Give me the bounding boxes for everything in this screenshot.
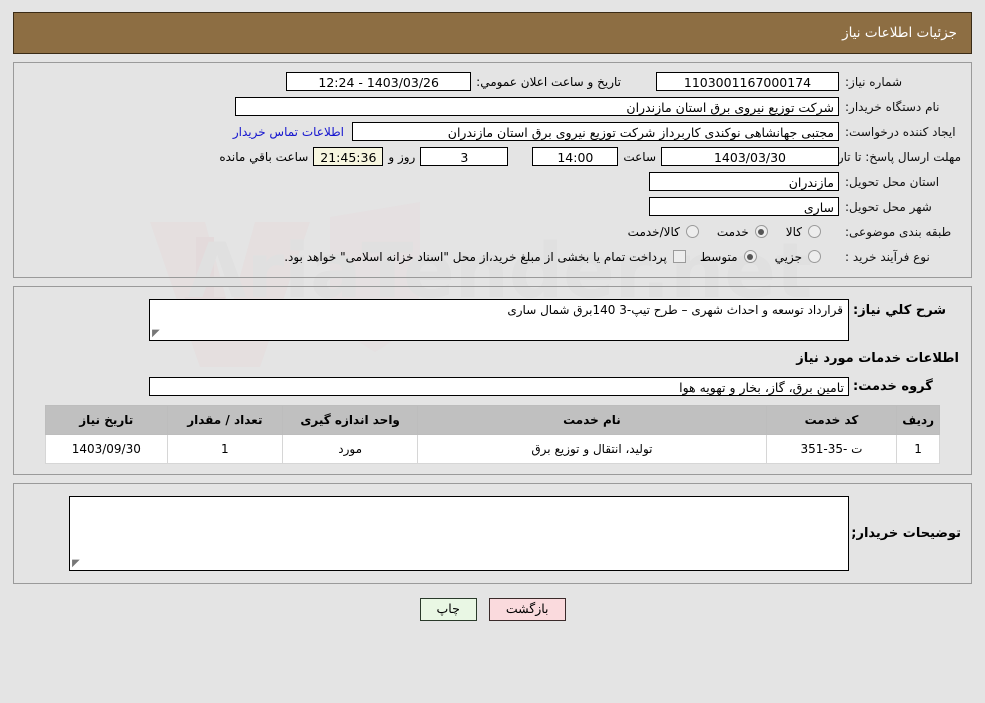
row-category: طبقه بندی موضوعی: کالا خدمت کالا/خدمت bbox=[24, 221, 961, 242]
row-creator: ایجاد کننده درخواست: مجتبی جهانشاهی نوکن… bbox=[24, 121, 961, 142]
radio-kala-icon[interactable] bbox=[808, 225, 821, 238]
treasury-checkbox-label: پرداخت تمام یا بخشی از مبلغ خرید،از محل … bbox=[284, 249, 667, 264]
print-button[interactable]: چاپ bbox=[419, 598, 477, 621]
deadline-label: مهلت ارسال پاسخ: تا تاریخ: bbox=[822, 149, 961, 164]
row-deadline: مهلت ارسال پاسخ: تا تاریخ: 1403/03/30 سا… bbox=[24, 146, 961, 167]
category-option-khedmat[interactable]: خدمت bbox=[717, 225, 768, 239]
category-option-khedmat-label: خدمت bbox=[716, 224, 749, 239]
col-service-name: نام خدمت bbox=[417, 405, 767, 435]
cell-row-no: 1 bbox=[896, 434, 940, 464]
process-label: نوع فرآیند خرید : bbox=[845, 249, 930, 264]
countdown-value: 21:45:36 bbox=[313, 147, 384, 166]
buyer-org-value: شرکت توزیع نیروی برق استان مازندران bbox=[235, 97, 839, 116]
radio-kala-khedmat-icon[interactable] bbox=[685, 225, 699, 238]
category-option-kala-label: کالا bbox=[785, 224, 802, 239]
deadline-hour-value: 14:00 bbox=[532, 147, 619, 166]
process-option-motevaset[interactable]: متوسط bbox=[700, 250, 757, 264]
row-province: استان محل تحویل: مازندران bbox=[24, 171, 961, 192]
countdown-label: ساعت باقي مانده bbox=[219, 149, 309, 164]
creator-label: ایجاد کننده درخواست: bbox=[845, 124, 956, 139]
cell-quantity: 1 bbox=[166, 434, 284, 464]
category-label: طبقه بندی موضوعی: bbox=[845, 224, 952, 239]
col-service-code: کد خدمت bbox=[765, 405, 898, 435]
col-need-date: تاریخ نیاز bbox=[45, 405, 168, 435]
general-desc-value: قرارداد توسعه و احداث شهری – طرح تیپ-3 1… bbox=[507, 303, 843, 317]
col-quantity: تعداد / مقدار bbox=[166, 405, 284, 435]
row-need-number: شماره نیاز: 1103001167000174 تاریخ و ساع… bbox=[24, 71, 961, 92]
row-service-group: گروه خدمت: تامین برق، گاز، بخار و تهویه … bbox=[24, 376, 961, 397]
services-panel: شرح کلي نیاز: قرارداد توسعه و احداث شهری… bbox=[13, 286, 972, 475]
row-buyer-org: نام دستگاه خریدار: شرکت توزیع نیروی برق … bbox=[24, 96, 961, 117]
treasury-checkbox-icon[interactable] bbox=[672, 250, 686, 263]
row-process: نوع فرآیند خرید : جزیي متوسط پرداخت تمام… bbox=[24, 246, 961, 267]
row-general-desc: شرح کلي نیاز: قرارداد توسعه و احداث شهری… bbox=[24, 299, 961, 341]
cell-service-name: تولید، انتقال و توزیع برق bbox=[417, 434, 767, 464]
row-city: شهر محل تحویل: ساری bbox=[24, 196, 961, 217]
radio-khedmat-icon[interactable] bbox=[754, 225, 768, 238]
row-buyer-notes: توضیحات خریدار; ◥ bbox=[24, 496, 961, 571]
province-value: مازندران bbox=[649, 172, 839, 191]
buyer-org-label: نام دستگاه خریدار: bbox=[845, 99, 940, 114]
buyer-contact-link[interactable]: اطلاعات تماس خریدار bbox=[233, 125, 344, 139]
general-desc-label: شرح کلي نیاز: bbox=[853, 303, 947, 318]
services-table: ردیف کد خدمت نام خدمت واحد اندازه گیری ت… bbox=[45, 405, 940, 464]
page-header: جزئیات اطلاعات نیاز bbox=[13, 12, 972, 54]
process-option-motevaset-label: متوسط bbox=[699, 249, 738, 264]
creator-value: مجتبی جهانشاهی نوکندی کاربرداز شرکت توزی… bbox=[352, 122, 839, 141]
back-button[interactable]: بازگشت bbox=[488, 598, 566, 621]
service-group-value: تامین برق، گاز، بخار و تهویه هوا bbox=[149, 377, 849, 396]
general-desc-textarea[interactable]: قرارداد توسعه و احداث شهری – طرح تیپ-3 1… bbox=[149, 299, 849, 341]
cell-service-code: ت -35-351 bbox=[765, 434, 898, 464]
col-unit: واحد اندازه گیری bbox=[282, 405, 419, 435]
category-option-kala[interactable]: کالا bbox=[786, 225, 821, 239]
action-buttons: بازگشت چاپ bbox=[0, 598, 985, 621]
remaining-days-value: 3 bbox=[420, 147, 509, 166]
cell-need-date: 1403/09/30 bbox=[45, 434, 168, 464]
announce-datetime-value: 1403/03/26 - 12:24 bbox=[286, 72, 472, 91]
buyer-notes-label: توضیحات خریدار; bbox=[851, 526, 961, 541]
buyer-notes-textarea[interactable]: ◥ bbox=[69, 496, 849, 571]
days-label: روز و bbox=[388, 149, 416, 164]
announce-label: تاریخ و ساعت اعلان عمومي: bbox=[476, 74, 621, 89]
page-title: جزئیات اطلاعات نیاز bbox=[842, 25, 957, 41]
cell-unit: مورد bbox=[282, 434, 419, 464]
hour-label: ساعت bbox=[623, 149, 656, 164]
radio-motevaset-icon[interactable] bbox=[743, 250, 757, 263]
province-label: استان محل تحویل: bbox=[845, 174, 940, 189]
buyer-notes-panel: توضیحات خریدار; ◥ bbox=[13, 483, 972, 584]
need-number-value: 1103001167000174 bbox=[656, 72, 839, 91]
col-row-no: ردیف bbox=[896, 405, 940, 435]
table-row: 1 ت -35-351 تولید، انتقال و توزیع برق مو… bbox=[45, 434, 940, 464]
category-option-kala-khedmat-label: کالا/خدمت bbox=[627, 224, 680, 239]
city-label: شهر محل تحویل: bbox=[845, 199, 932, 214]
services-section-title: اطلاعات خدمات مورد نیاز bbox=[796, 351, 959, 366]
radio-jozei-icon[interactable] bbox=[808, 250, 821, 263]
city-value: ساری bbox=[649, 197, 839, 216]
need-number-label: شماره نیاز: bbox=[845, 74, 902, 89]
process-option-jozei-label: جزیي bbox=[774, 249, 802, 264]
resize-grip-icon[interactable]: ◥ bbox=[72, 558, 82, 569]
category-option-kala-khedmat[interactable]: کالا/خدمت bbox=[628, 225, 699, 239]
treasury-checkbox-group[interactable]: پرداخت تمام یا بخشی از مبلغ خرید،از محل … bbox=[284, 250, 686, 264]
process-option-jozei[interactable]: جزیي bbox=[775, 250, 821, 264]
resize-grip-icon[interactable]: ◥ bbox=[152, 328, 162, 339]
deadline-date-value: 1403/03/30 bbox=[661, 147, 839, 166]
table-header-row: ردیف کد خدمت نام خدمت واحد اندازه گیری ت… bbox=[45, 405, 940, 435]
need-info-panel: شماره نیاز: 1103001167000174 تاریخ و ساع… bbox=[13, 62, 972, 278]
service-group-label: گروه خدمت: bbox=[853, 379, 933, 394]
